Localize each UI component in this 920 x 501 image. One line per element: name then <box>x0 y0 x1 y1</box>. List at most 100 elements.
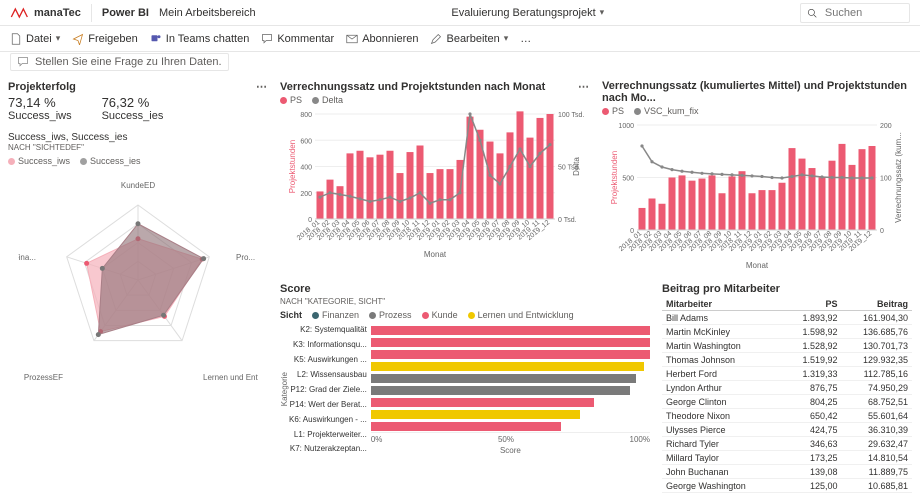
legend-item[interactable]: Success_iws <box>8 156 70 166</box>
legend-item[interactable]: PS <box>602 106 624 116</box>
svg-text:1000: 1000 <box>618 123 634 130</box>
visual-table[interactable]: Beitrag pro Mitarbeiter MitarbeiterPSBei… <box>662 283 912 495</box>
table-row[interactable]: George Washington125,0010.685,81 <box>662 479 912 493</box>
svg-text:Projektstunden: Projektstunden <box>288 140 297 193</box>
app-bar: manaTec Power BI Mein Arbeitsbereich Eva… <box>0 0 920 26</box>
legend-item[interactable]: Finanzen <box>312 310 359 320</box>
svg-text:0: 0 <box>880 228 884 235</box>
table-row[interactable]: Richard Tyler346,6329.632,47 <box>662 437 912 451</box>
visual-menu-icon[interactable]: ⋯ <box>578 80 590 93</box>
cmd-teams[interactable]: In Teams chatten <box>150 33 250 45</box>
visual-score[interactable]: Score nach "KATEGORIE, SICHT" SichtFinan… <box>280 283 650 495</box>
svg-text:200: 200 <box>880 123 892 130</box>
table-row[interactable]: Ulysses Pierce424,7536.310,39 <box>662 423 912 437</box>
table-header[interactable]: Beitrag <box>842 297 912 311</box>
chevron-down-icon: ▾ <box>56 33 61 44</box>
visual-projekterfolg[interactable]: Projekterfolg ⋯ 73,14 %Success_iws 76,32 … <box>8 80 268 122</box>
chevron-down-icon: ▾ <box>504 33 509 44</box>
cmd-comment[interactable]: Kommentar <box>261 33 334 45</box>
qna-bar: Stellen Sie eine Frage zu Ihren Daten. <box>0 52 920 76</box>
svg-text:600: 600 <box>300 138 312 145</box>
file-icon <box>10 33 22 45</box>
table-row[interactable]: Martin Washington1.528,92130.701,73 <box>662 339 912 353</box>
legend-item[interactable]: Prozess <box>369 310 412 320</box>
cmd-file[interactable]: Datei ▾ <box>10 33 60 45</box>
visual-radar[interactable]: Success_iws, Success_ies nach "SICHTEDEF… <box>8 132 268 400</box>
kpi-value: 76,32 % <box>102 95 164 110</box>
mail-icon <box>346 33 358 45</box>
table-header[interactable]: Mitarbeiter <box>662 297 778 311</box>
score-bar-row[interactable] <box>371 396 650 408</box>
legend-title: Sicht <box>280 310 302 320</box>
score-bar-row[interactable] <box>371 324 650 336</box>
table-row[interactable]: Thomas Johnson1.519,92129.932,35 <box>662 353 912 367</box>
teams-icon <box>150 33 162 45</box>
table-row[interactable]: Millard Taylor173,2514.810,54 <box>662 451 912 465</box>
score-cat-label: K2: Systemqualität <box>289 325 367 334</box>
right-column: Verrechnungssatz und Projektstunden nach… <box>280 80 912 495</box>
score-categories: K2: SystemqualitätK3: Informationsqu...K… <box>289 324 371 455</box>
legend-item[interactable]: Lernen und Entwicklung <box>468 310 574 320</box>
bottom-row: Score nach "KATEGORIE, SICHT" SichtFinan… <box>280 283 912 495</box>
visual-title: Verrechnungssatz (kumuliertes Mittel) un… <box>602 80 912 104</box>
score-bar-row[interactable] <box>371 408 650 420</box>
top-row: Verrechnungssatz und Projektstunden nach… <box>280 80 912 273</box>
legend-item[interactable]: Kunde <box>422 310 458 320</box>
chevron-down-icon: ▾ <box>600 7 605 18</box>
legend-item[interactable]: VSC_kum_fix <box>634 106 699 116</box>
qna-input[interactable]: Stellen Sie eine Frage zu Ihren Daten. <box>10 53 229 71</box>
score-bar-row[interactable] <box>371 336 650 348</box>
search-input[interactable] <box>823 6 903 20</box>
table-row[interactable]: Bill Adams1.893,92161.904,30 <box>662 311 912 325</box>
ellipsis-icon: … <box>520 33 531 45</box>
score-ylabel: Kategorie <box>280 372 289 406</box>
table-row[interactable]: George Clinton804,2568.752,51 <box>662 395 912 409</box>
product-name[interactable]: Power BI <box>102 7 149 19</box>
table-header-row: MitarbeiterPSBeitrag <box>662 297 912 311</box>
score-bar-row[interactable] <box>371 372 650 384</box>
legend-item[interactable]: Success_ies <box>80 156 141 166</box>
workspace-name[interactable]: Mein Arbeitsbereich <box>159 7 256 19</box>
svg-text:Monat: Monat <box>746 261 769 270</box>
search-box[interactable] <box>800 3 910 23</box>
report-dropdown[interactable]: Evaluierung Beratungsprojekt ▾ <box>451 7 604 19</box>
score-bar-row[interactable] <box>371 420 650 432</box>
score-cat-label: L1: Projekterweiter... <box>289 430 367 439</box>
legend-item[interactable]: PS <box>280 95 302 105</box>
visual-subtitle: nach "KATEGORIE, SICHT" <box>280 297 650 306</box>
search-icon <box>807 7 817 19</box>
legend-item[interactable]: Delta <box>312 95 343 105</box>
visual-menu-icon[interactable]: ⋯ <box>256 80 268 93</box>
score-bar-row[interactable] <box>371 360 650 372</box>
cmd-edit[interactable]: Bearbeiten ▾ <box>430 33 508 45</box>
table-row[interactable]: Theodore Nixon650,4255.601,64 <box>662 409 912 423</box>
score-axis: 0%50%100% <box>371 432 650 444</box>
svg-text:KundeED: KundeED <box>121 181 155 190</box>
svg-text:Pro...: Pro... <box>236 253 255 262</box>
cmd-share[interactable]: Freigeben <box>72 33 138 45</box>
table-body: Bill Adams1.893,92161.904,30Martin McKin… <box>662 311 912 496</box>
table-row[interactable]: Herbert Ford1.319,33112.785,16 <box>662 367 912 381</box>
table-header[interactable]: PS <box>778 297 841 311</box>
kpi: 73,14 %Success_iws <box>8 95 72 122</box>
svg-text:Projektstunden: Projektstunden <box>610 151 619 204</box>
visual-combo2[interactable]: Verrechnungssatz (kumuliertes Mittel) un… <box>602 80 912 273</box>
manatec-logo-icon <box>10 6 30 20</box>
score-cat-label: P14: Wert der Berat... <box>289 400 367 409</box>
visual-title: Projekterfolg <box>8 81 76 93</box>
score-cat-label: P12: Grad der Ziele... <box>289 385 367 394</box>
score-bar-row[interactable] <box>371 384 650 396</box>
visual-combo1[interactable]: Verrechnungssatz und Projektstunden nach… <box>280 80 590 273</box>
table-row[interactable]: Lyndon Arthur876,7574.950,29 <box>662 381 912 395</box>
score-bar-row[interactable] <box>371 348 650 360</box>
table-row[interactable]: John Buchanan139,0811.889,75 <box>662 465 912 479</box>
score-cat-label: K6: Auswirkungen - ... <box>289 415 367 424</box>
axis-tick: 50% <box>498 435 514 444</box>
svg-text:Verrechnungssatz (kum...: Verrechnungssatz (kum... <box>894 132 903 223</box>
cmd-more[interactable]: … <box>520 33 531 45</box>
score-legend: Sicht Finanzen Prozess Kunde Lernen und Entw… <box>280 310 650 320</box>
comment-icon <box>261 33 273 45</box>
table-row[interactable]: Martin McKinley1.598,92136.685,76 <box>662 325 912 339</box>
left-column: Projekterfolg ⋯ 73,14 %Success_iws 76,32 … <box>8 80 268 495</box>
cmd-subscribe[interactable]: Abonnieren <box>346 33 418 45</box>
